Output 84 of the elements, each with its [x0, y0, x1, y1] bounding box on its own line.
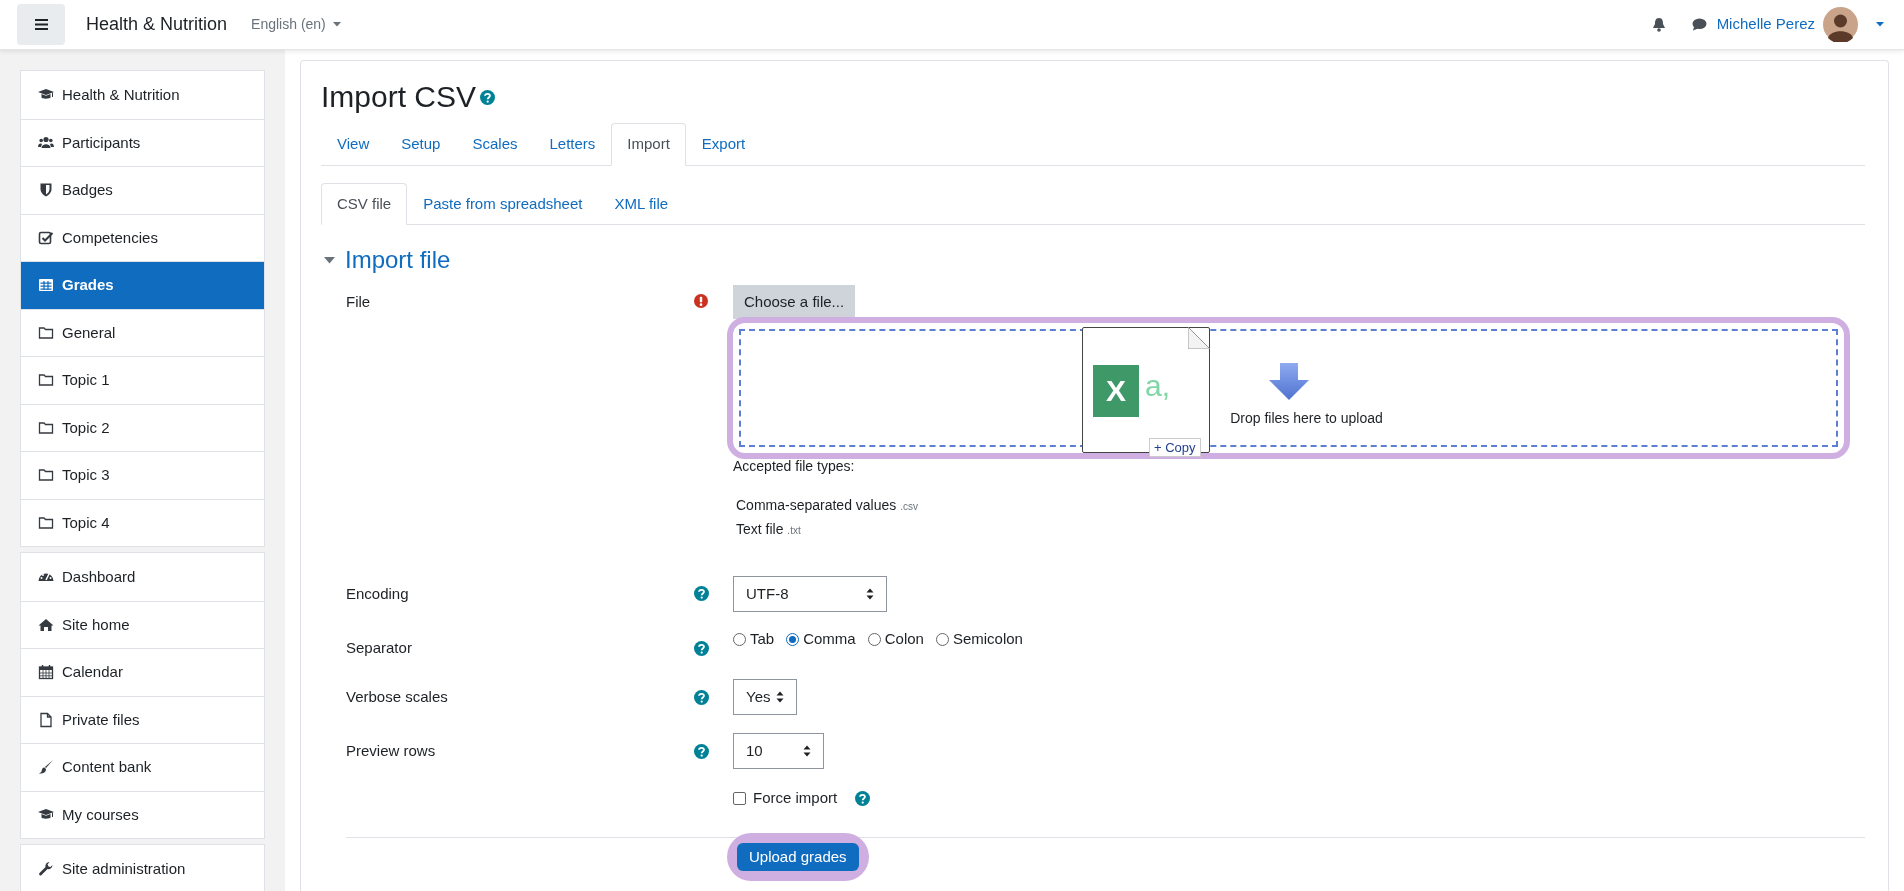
language-menu[interactable]: English (en) [251, 14, 341, 35]
sidebar-item[interactable]: Site administration [21, 845, 264, 891]
select-field[interactable]: Yes [733, 679, 797, 716]
sidebar-item[interactable]: Content bank [21, 743, 264, 791]
file-preview-text: a, [1145, 367, 1171, 404]
help-icon [855, 791, 871, 807]
tab[interactable]: Letters [533, 123, 612, 166]
sidebar-item[interactable]: Participants [21, 118, 264, 166]
radio-label: Semicolon [952, 628, 1023, 649]
help-icon [694, 586, 709, 602]
sidebar-item[interactable]: My courses [21, 790, 264, 838]
select-field[interactable]: UTF-8 [733, 575, 887, 612]
folder-icon [38, 419, 54, 436]
tab[interactable]: XML file [598, 182, 685, 225]
user-name[interactable]: Michelle Perez [1716, 13, 1815, 36]
page-title: Import CSV [321, 79, 477, 115]
caret-icon [1876, 22, 1884, 27]
chat-icon [1691, 18, 1707, 31]
sidebar-item[interactable]: Dashboard [21, 553, 264, 601]
file-type: Comma-separated values .csv [736, 495, 919, 515]
caret-icon [332, 22, 341, 27]
sidebar-item[interactable]: Topic 4 [21, 498, 264, 546]
wrench-icon [38, 860, 54, 877]
drop-hint: Drop files here to upload [1230, 408, 1383, 428]
sidebar-item[interactable]: Grades [21, 261, 264, 309]
sort-caret-icon [803, 745, 811, 758]
collapse-caret-icon [324, 256, 335, 264]
sidebar-item[interactable]: Topic 2 [21, 403, 264, 451]
field-label: File [346, 292, 371, 310]
tab[interactable]: Scales [456, 123, 534, 166]
users-icon [38, 134, 54, 151]
sort-caret-icon [776, 691, 784, 704]
spreadsheet-badge: X [1093, 364, 1139, 417]
folder-icon [38, 372, 54, 389]
radio-label: Colon [884, 628, 924, 649]
tab[interactable]: Setup [385, 123, 457, 166]
tab[interactable]: Export [685, 123, 762, 166]
sidebar-item[interactable]: Topic 1 [21, 356, 264, 404]
table-icon [38, 277, 54, 294]
sidebar-item[interactable]: Badges [21, 166, 264, 214]
radio-label: Tab [750, 628, 775, 649]
sidebar-item[interactable]: Health & Nutrition [21, 71, 264, 119]
accepted-types-title: Accepted file types: [733, 456, 856, 476]
checkbox-icon [38, 229, 54, 246]
sidebar-item[interactable]: Site home [21, 600, 264, 648]
menu-icon [34, 19, 48, 30]
field-label: Verbose scales [346, 688, 448, 706]
section-title[interactable]: Import file [345, 246, 451, 275]
help-icon [694, 689, 709, 705]
folder-icon [38, 324, 54, 341]
radio-label: Comma [803, 628, 856, 649]
select-field[interactable]: 10 [733, 733, 824, 770]
tab[interactable]: View [321, 123, 386, 166]
sidebar-item[interactable]: Private files [21, 695, 264, 743]
help-icon [694, 640, 709, 656]
tab[interactable]: CSV file [321, 182, 408, 225]
file-type: Text file .txt [736, 519, 802, 539]
upload-button[interactable]: Upload grades [737, 842, 859, 871]
menu-button[interactable] [17, 4, 65, 45]
site-name[interactable]: Health & Nutrition [86, 11, 228, 38]
sidebar-item[interactable]: Calendar [21, 648, 264, 696]
sort-caret-icon [866, 587, 874, 600]
bell-icon [1651, 17, 1666, 32]
checkbox-label: Force import [753, 788, 838, 809]
help-icon [694, 743, 709, 759]
folder-icon [38, 467, 54, 484]
field-label: Preview rows [346, 742, 436, 760]
checkbox[interactable] [733, 792, 746, 806]
calendar-icon [38, 664, 54, 681]
sidebar-item[interactable]: Topic 3 [21, 451, 264, 499]
tab[interactable]: Import [611, 123, 686, 166]
choose-file-button[interactable]: Choose a file... [733, 284, 856, 319]
file-icon [38, 711, 54, 728]
field-label: Separator [346, 638, 412, 656]
down-arrow-icon [1268, 362, 1309, 400]
avatar [1823, 7, 1858, 42]
field-label: Encoding [346, 584, 409, 602]
tab[interactable]: Paste from spreadsheet [407, 182, 599, 225]
sidebar-item[interactable]: General [21, 308, 264, 356]
house-icon [38, 616, 54, 633]
folder-icon [38, 514, 54, 531]
shield-icon [38, 182, 54, 199]
help-icon [480, 89, 496, 105]
brush-icon [38, 759, 54, 776]
